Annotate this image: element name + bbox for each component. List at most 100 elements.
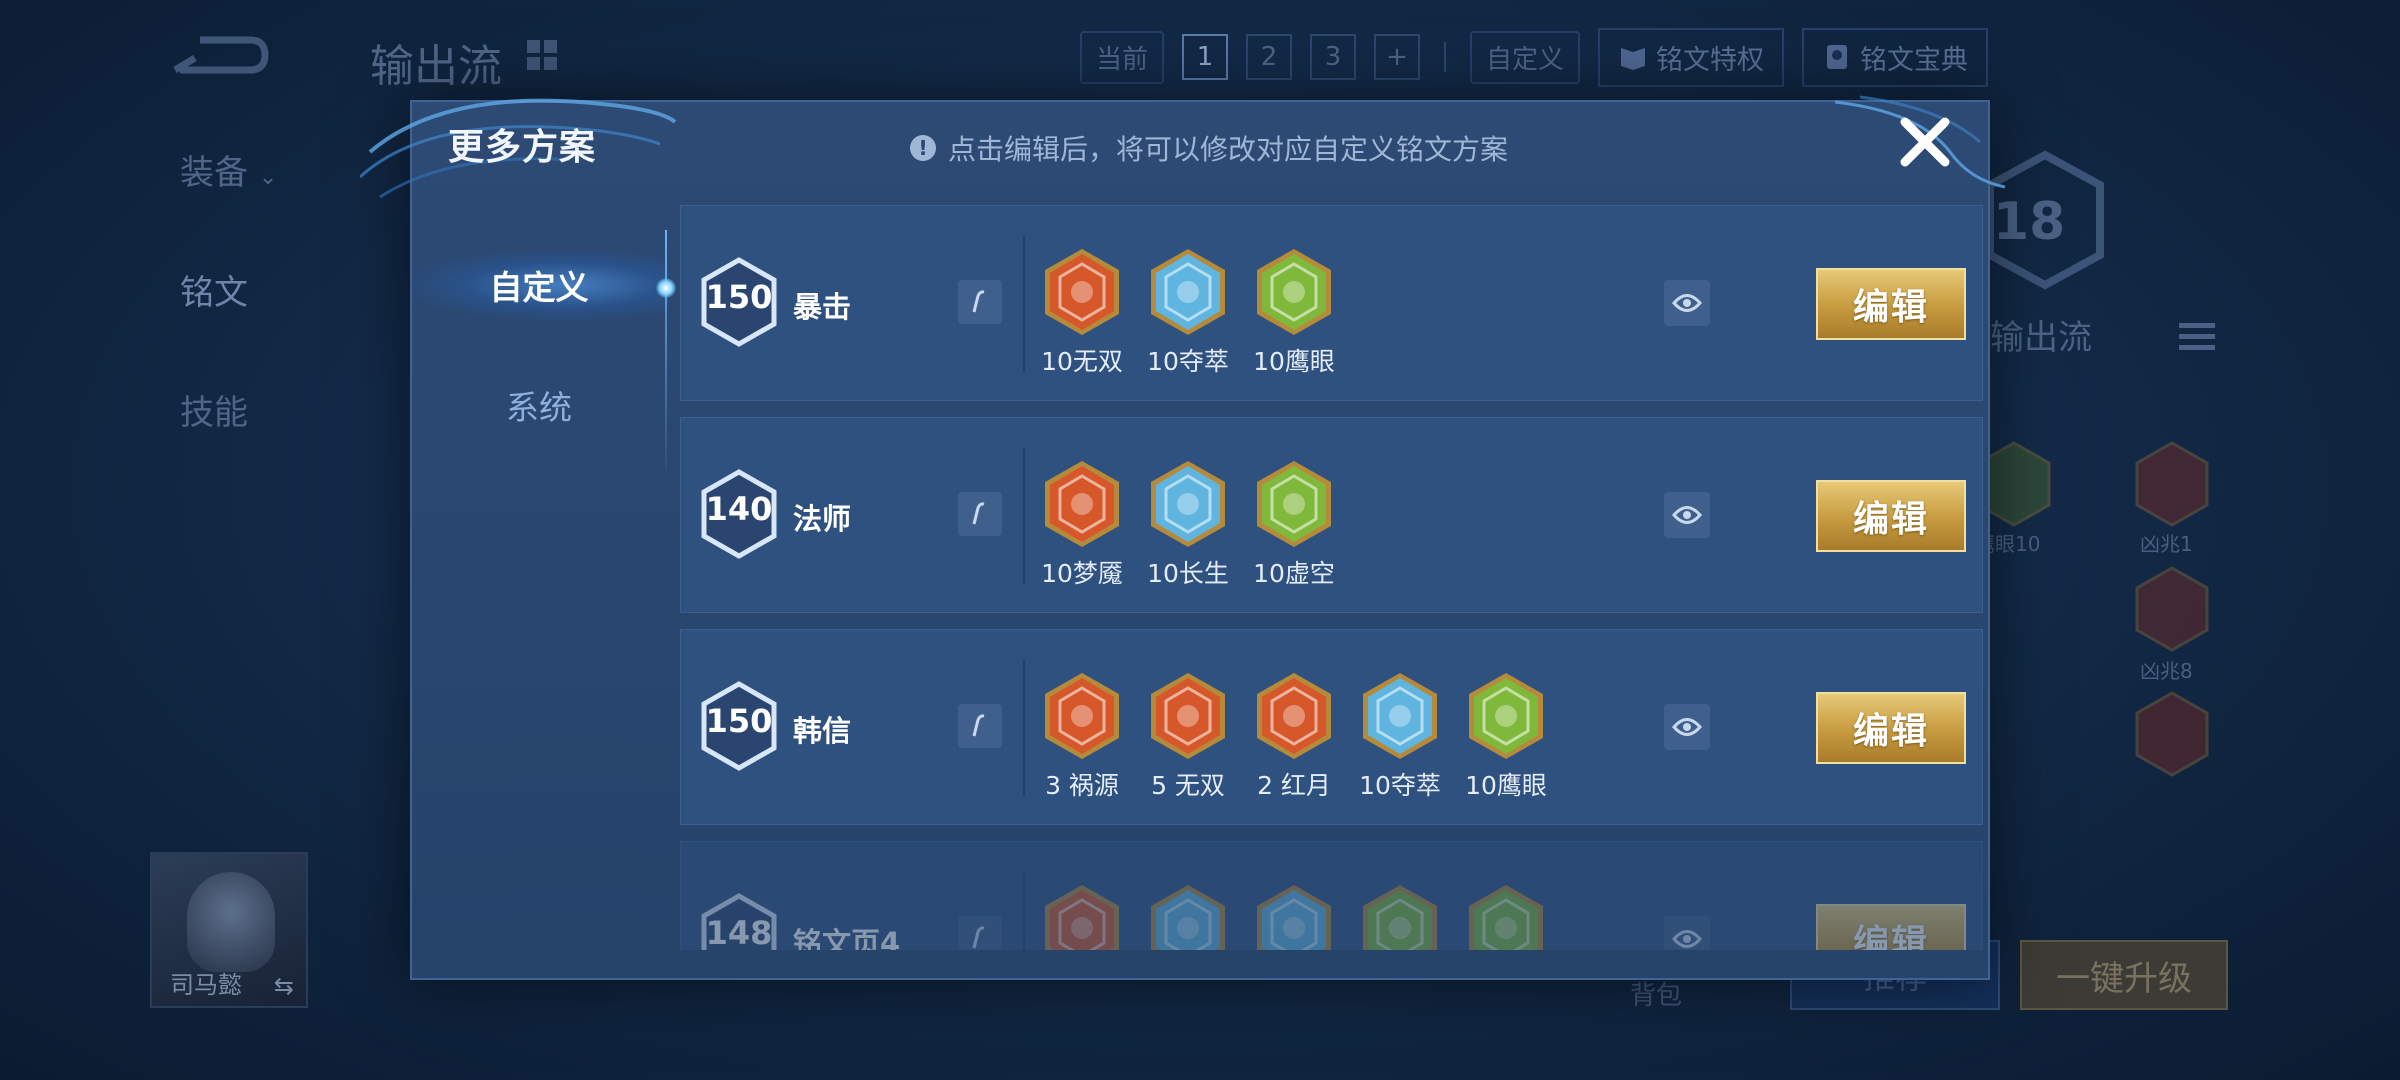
shard-rune-icon[interactable]: 3 祸源 <box>1041 670 1123 802</box>
preview-button[interactable] <box>1664 704 1710 750</box>
rune-emblem <box>1151 673 1225 759</box>
custom-page-button[interactable]: 自定义 <box>1470 30 1581 84</box>
triquetra-rune-icon[interactable]: 10夺萃 <box>1147 246 1229 378</box>
scheme-list[interactable]: 150 暴击 10无双 10夺萃 10鹰眼 编辑 140 法师 10梦魇 10长生 10虚空 编辑 15… <box>680 205 1985 950</box>
page-tab-2[interactable]: 2 <box>1246 34 1293 80</box>
tab-custom[interactable]: 自定义 <box>410 250 668 320</box>
eye-icon <box>1672 294 1702 312</box>
rune-label: 10无双 <box>1041 347 1123 376</box>
clover-rune-icon[interactable]: 10鹰眼 <box>1465 670 1547 802</box>
edit-button[interactable]: 编辑 <box>1816 692 1966 764</box>
rune-emblem <box>1257 461 1331 547</box>
rune-slot-icon <box>2135 691 2209 777</box>
rune-emblem <box>1469 885 1543 950</box>
loadout-title: 输出流 <box>370 41 502 92</box>
scheme-row[interactable]: 150 暴击 10无双 10夺萃 10鹰眼 编辑 <box>680 205 1983 401</box>
rune-emblem <box>1045 461 1119 547</box>
bag-label[interactable]: 背包 <box>1630 975 1682 1012</box>
rune-emblem <box>1045 885 1119 950</box>
clover-rune-icon[interactable]: 10鹰眼 <box>1253 246 1335 378</box>
scheme-row[interactable]: 148 铭文页4 编辑 <box>680 841 1983 950</box>
list-icon[interactable] <box>2175 315 2219 359</box>
codex-icon <box>1827 45 1848 69</box>
rune-label: 10虚空 <box>1253 559 1335 588</box>
add-page-button[interactable]: + <box>1374 34 1421 80</box>
scheme-level: 150 <box>705 702 773 740</box>
edit-button[interactable]: 编辑 <box>1816 480 1966 552</box>
rune-privilege-button[interactable]: 铭文特权 <box>1598 27 1785 87</box>
eye-icon <box>1672 930 1702 948</box>
crown-rune-icon[interactable] <box>1041 882 1123 950</box>
side-menu-runes[interactable]: 铭文 <box>180 265 248 314</box>
scheme-level: 150 <box>705 278 773 316</box>
crescent-rune-icon[interactable]: 2 红月 <box>1253 670 1335 802</box>
rune-label: 3 祸源 <box>1045 771 1119 800</box>
scheme-name: 法师 <box>793 502 852 536</box>
side-menu-skills[interactable]: 技能 <box>180 385 248 434</box>
pencil-icon <box>972 714 985 737</box>
scheme-name: 暴击 <box>793 290 852 324</box>
pencil-icon <box>972 290 985 313</box>
tab-system[interactable]: 系统 <box>410 370 668 440</box>
leaf-rune-icon[interactable] <box>1465 882 1547 950</box>
rename-button[interactable] <box>958 916 1002 950</box>
wings-rune-icon[interactable]: 10长生 <box>1147 458 1229 590</box>
rune-emblem <box>1257 673 1331 759</box>
page-tab-1[interactable]: 1 <box>1182 34 1229 80</box>
current-label: 当前 <box>1080 30 1165 84</box>
rune-slot-label: 凶兆8 <box>2140 659 2193 683</box>
hero-portrait <box>187 872 275 972</box>
scheme-row[interactable]: 150 韩信 3 祸源 5 无双 2 红月 10夺萃 10鹰眼 编辑 <box>680 629 1983 825</box>
crown-rune-icon[interactable]: 10梦魇 <box>1041 458 1123 590</box>
rune-emblem <box>1151 885 1225 950</box>
rune-emblem <box>1257 249 1331 335</box>
info-icon: ! <box>910 135 936 161</box>
grid-icon[interactable] <box>525 38 559 72</box>
edit-button[interactable]: 编辑 <box>1816 268 1966 340</box>
active-tab-indicator <box>656 278 676 298</box>
rune-emblem <box>1257 885 1331 950</box>
rune-label: 10鹰眼 <box>1253 347 1335 376</box>
scheme-level: 148 <box>705 914 773 950</box>
rune-label: 10鹰眼 <box>1465 771 1547 800</box>
rune-emblem <box>1363 673 1437 759</box>
eye-icon <box>1672 718 1702 736</box>
preview-button[interactable] <box>1664 916 1710 950</box>
rune-emblem <box>1045 673 1119 759</box>
hero-avatar[interactable]: 司马懿 ⇆ <box>150 852 308 1008</box>
flame-rune-icon[interactable]: 5 无双 <box>1147 670 1229 802</box>
preview-button[interactable] <box>1664 280 1710 326</box>
book-icon <box>1621 48 1646 70</box>
flame-rune-icon[interactable]: 10无双 <box>1041 246 1123 378</box>
star-rune-icon[interactable] <box>1253 882 1335 950</box>
close-icon[interactable] <box>1895 112 1955 172</box>
rune-group <box>1041 882 1547 950</box>
back-arrow-icon[interactable] <box>170 30 270 80</box>
divider <box>1023 236 1025 372</box>
swap-icon[interactable]: ⇆ <box>274 972 294 1000</box>
rune-dictionary-button[interactable]: 铭文宝典 <box>1802 27 1989 87</box>
star-rune-icon[interactable] <box>1359 882 1441 950</box>
side-menu-equipment[interactable]: 装备 ⌄ <box>180 145 277 194</box>
scheme-name: 韩信 <box>793 714 852 748</box>
swirl-rune-icon[interactable] <box>1147 882 1229 950</box>
scheme-row[interactable]: 140 法师 10梦魇 10长生 10虚空 编辑 <box>680 417 1983 613</box>
rune-privilege-label: 铭文特权 <box>1656 44 1765 76</box>
dialog-title: 更多方案 <box>448 127 597 168</box>
rename-button[interactable] <box>958 280 1002 324</box>
dialog-hint: ! 点击编辑后，将可以修改对应自定义铭文方案 <box>910 128 1508 168</box>
hero-name: 司马懿 <box>170 971 242 999</box>
preview-button[interactable] <box>1664 492 1710 538</box>
rename-button[interactable] <box>958 704 1002 748</box>
one-click-upgrade-button[interactable]: 一键升级 <box>2020 940 2228 1010</box>
rename-button[interactable] <box>958 492 1002 536</box>
page-tab-3[interactable]: 3 <box>1310 34 1357 80</box>
triquetra-rune-icon[interactable]: 10夺萃 <box>1359 670 1441 802</box>
rune-label: 2 红月 <box>1257 771 1331 800</box>
rune-slot-icon <box>2135 566 2209 652</box>
edit-button[interactable]: 编辑 <box>1816 904 1966 950</box>
leaf-rune-icon[interactable]: 10虚空 <box>1253 458 1335 590</box>
divider <box>1023 872 1025 950</box>
pencil-icon <box>972 502 985 525</box>
rune-emblem <box>1045 249 1119 335</box>
